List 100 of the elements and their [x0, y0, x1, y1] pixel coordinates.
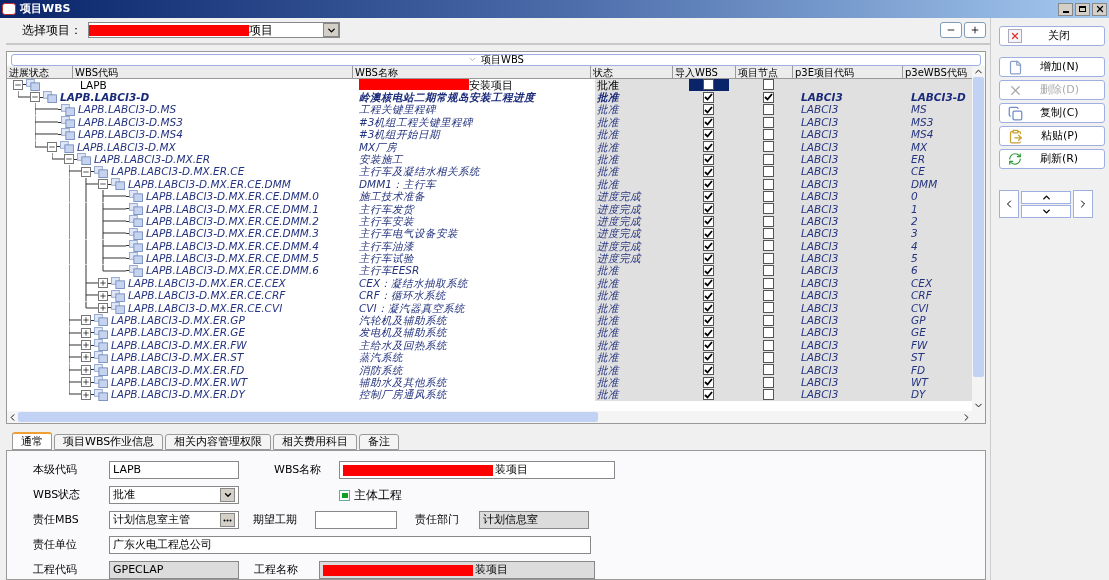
- expand-icon[interactable]: [81, 364, 91, 375]
- column-header[interactable]: 项目节点: [735, 65, 792, 78]
- dropdown-button[interactable]: [220, 488, 235, 502]
- minimize-button[interactable]: [1058, 2, 1073, 16]
- checkbox[interactable]: [763, 228, 774, 240]
- checkbox[interactable]: [763, 240, 774, 252]
- expand-icon[interactable]: [98, 290, 108, 301]
- horizontal-scrollbar[interactable]: [7, 411, 972, 423]
- input-field[interactable]: 广东火电工程总公司: [109, 536, 591, 554]
- expand-icon[interactable]: [81, 377, 91, 388]
- action-button[interactable]: 增加(N): [999, 57, 1105, 77]
- checkbox[interactable]: [703, 228, 714, 240]
- column-header[interactable]: WBS代码: [72, 65, 352, 78]
- tab[interactable]: 通常: [12, 432, 52, 450]
- input-field[interactable]: 装项目: [319, 561, 595, 579]
- checkbox[interactable]: [703, 116, 714, 128]
- checkbox[interactable]: [703, 166, 714, 178]
- tab[interactable]: 项目WBS作业信息: [54, 434, 164, 450]
- input-field[interactable]: 计划信息室: [479, 511, 589, 529]
- checkbox[interactable]: [703, 339, 714, 351]
- input-field[interactable]: 装项目: [339, 461, 615, 479]
- checkbox[interactable]: [763, 104, 774, 116]
- checkbox[interactable]: [763, 79, 774, 91]
- checkbox[interactable]: [763, 141, 774, 153]
- checkbox[interactable]: [763, 252, 774, 264]
- checkbox[interactable]: [763, 178, 774, 190]
- checkbox[interactable]: [763, 153, 774, 165]
- left-button[interactable]: [999, 190, 1019, 218]
- expand-icon[interactable]: [81, 315, 91, 326]
- checkbox[interactable]: [703, 290, 714, 301]
- input-field[interactable]: LAPB: [109, 461, 239, 479]
- column-header[interactable]: p3E项目代码: [792, 65, 902, 78]
- checkbox[interactable]: [763, 91, 774, 103]
- checkbox[interactable]: [703, 265, 714, 277]
- collapse-icon[interactable]: [81, 166, 91, 177]
- vertical-scrollbar[interactable]: [972, 65, 985, 423]
- checkbox[interactable]: [763, 116, 774, 128]
- checkbox[interactable]: [703, 79, 714, 91]
- checkbox[interactable]: [763, 327, 774, 339]
- checkbox[interactable]: [763, 351, 774, 363]
- expand-icon[interactable]: [98, 302, 108, 313]
- checkbox[interactable]: [763, 314, 774, 326]
- input-field[interactable]: [315, 511, 397, 529]
- input-field[interactable]: GPECLAP: [109, 561, 239, 579]
- collapse-icon[interactable]: [47, 141, 57, 152]
- action-button[interactable]: 关闭: [999, 26, 1105, 46]
- checkbox[interactable]: [703, 351, 714, 363]
- column-header[interactable]: 导入WBS: [672, 65, 735, 78]
- checkbox[interactable]: [703, 389, 714, 401]
- checkbox[interactable]: [763, 166, 774, 178]
- checkbox[interactable]: [703, 91, 714, 103]
- checkbox[interactable]: [703, 153, 714, 165]
- browse-button[interactable]: [220, 513, 235, 527]
- tab[interactable]: 相关内容管理权限: [165, 434, 272, 450]
- checkbox[interactable]: [703, 240, 714, 252]
- checkbox[interactable]: [763, 302, 774, 314]
- tab[interactable]: 备注: [359, 434, 400, 450]
- checkbox[interactable]: [703, 252, 714, 264]
- expand-all-button[interactable]: [964, 22, 986, 39]
- checkbox[interactable]: [703, 215, 714, 227]
- collapse-all-button[interactable]: [940, 22, 962, 39]
- collapse-icon[interactable]: [30, 92, 40, 103]
- checkbox[interactable]: [763, 364, 774, 376]
- checkbox[interactable]: [763, 376, 774, 388]
- input-field[interactable]: 计划信息室主管: [109, 511, 239, 529]
- collapse-icon[interactable]: [64, 154, 74, 165]
- checkbox[interactable]: [763, 265, 774, 277]
- checkbox[interactable]: [703, 314, 714, 326]
- expand-icon[interactable]: [81, 389, 91, 400]
- restore-button[interactable]: [1075, 2, 1090, 16]
- column-header[interactable]: 状态: [590, 65, 672, 78]
- expand-icon[interactable]: [81, 352, 91, 363]
- checkbox[interactable]: [339, 489, 350, 501]
- checkbox[interactable]: [763, 339, 774, 351]
- checkbox[interactable]: [703, 277, 714, 289]
- expand-icon[interactable]: [81, 327, 91, 338]
- checkbox[interactable]: [703, 376, 714, 388]
- checkbox[interactable]: [703, 327, 714, 339]
- checkbox[interactable]: [763, 190, 774, 202]
- close-button[interactable]: [1092, 2, 1107, 16]
- checkbox[interactable]: [703, 178, 714, 190]
- checkbox[interactable]: [703, 141, 714, 153]
- checkbox[interactable]: [703, 128, 714, 140]
- expand-icon[interactable]: [81, 340, 91, 351]
- collapse-icon[interactable]: [98, 179, 108, 189]
- input-field[interactable]: 批准: [109, 486, 239, 504]
- action-button[interactable]: 粘贴(P): [999, 126, 1105, 146]
- checkbox[interactable]: [703, 364, 714, 376]
- checkbox[interactable]: [703, 203, 714, 215]
- checkbox[interactable]: [703, 104, 714, 116]
- dropdown-button[interactable]: [323, 23, 339, 38]
- project-select[interactable]: 项目: [88, 22, 340, 39]
- checkbox[interactable]: [763, 128, 774, 140]
- scrollbar-thumb[interactable]: [18, 412, 598, 422]
- checkbox[interactable]: [763, 389, 774, 401]
- checkbox[interactable]: [703, 302, 714, 314]
- action-button[interactable]: 刷新(R): [999, 149, 1105, 169]
- scrollbar-thumb[interactable]: [973, 76, 984, 377]
- action-button[interactable]: 复制(C): [999, 103, 1105, 123]
- tab[interactable]: 相关费用科目: [273, 434, 358, 450]
